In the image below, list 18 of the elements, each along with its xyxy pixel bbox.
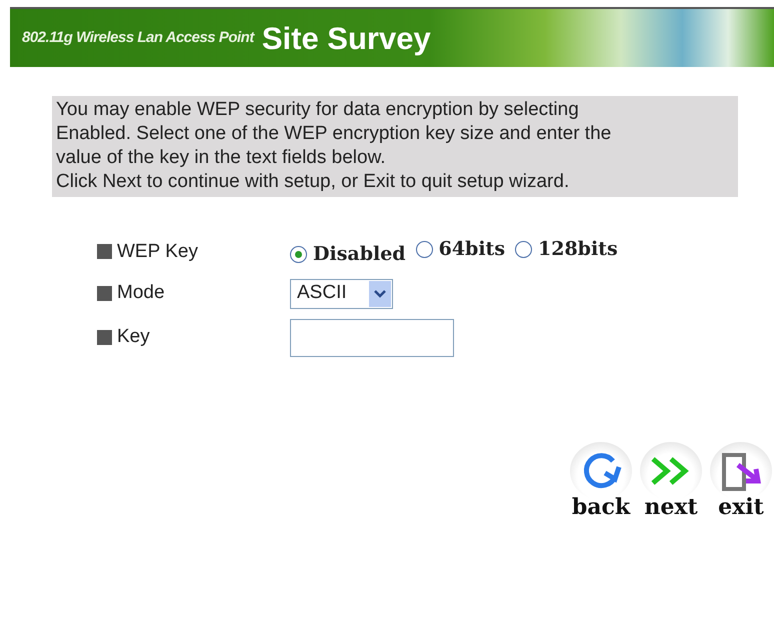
bullet-icon (97, 286, 112, 301)
radio-button[interactable] (515, 240, 532, 258)
field-label: Mode (117, 281, 165, 306)
mode-dropdown[interactable]: ASCII (290, 278, 393, 308)
radio-option[interactable]: 128bits (515, 235, 618, 264)
bullet-icon (97, 330, 112, 345)
caret-icon (374, 290, 386, 298)
field-label: WEP Key (117, 240, 198, 264)
radio-option[interactable]: Disabled (290, 240, 406, 268)
radio-button[interactable] (290, 246, 307, 263)
radio-button[interactable] (416, 240, 433, 258)
field-label: Key (117, 325, 150, 350)
radio-option[interactable]: 64bits (416, 235, 506, 264)
instructions-text: You may enable WEP security for data encryption by selecting Enabled. Select one of the WEP encryption key size and enter the value of the key in the text fields below. Click Next to continue with setup, or Exit to quit setup wizard. (52, 96, 738, 197)
banner-subtitle: 802.11g Wireless Lan Access Point (22, 28, 254, 48)
bullet-icon (97, 244, 112, 260)
banner-title: Site Survey (262, 22, 431, 54)
key-field[interactable] (290, 318, 454, 356)
